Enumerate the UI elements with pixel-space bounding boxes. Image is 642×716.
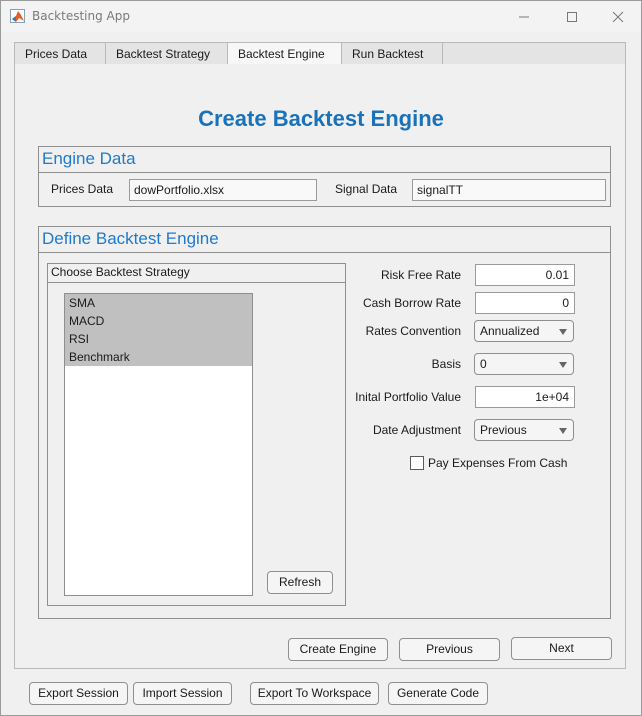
refresh-button[interactable]: Refresh — [267, 571, 333, 594]
choose-strategy-panel: Choose Backtest Strategy SMA MACD RSI Be… — [47, 263, 346, 606]
tab-run-backtest[interactable]: Run Backtest — [341, 42, 443, 66]
cash-borrow-rate-label: Cash Borrow Rate — [362, 296, 461, 310]
strategy-item-sma[interactable]: SMA — [65, 294, 252, 312]
signal-data-field[interactable]: signalTT — [412, 179, 606, 201]
cash-borrow-rate-field[interactable]: 0 — [475, 292, 575, 314]
previous-button[interactable]: Previous — [399, 638, 500, 661]
minimize-icon — [519, 16, 529, 17]
prices-data-label: Prices Data — [51, 182, 114, 196]
risk-free-rate-label: Risk Free Rate — [380, 268, 461, 282]
pay-expenses-checkbox[interactable] — [410, 456, 424, 470]
window-title: Backtesting App — [32, 9, 130, 23]
maximize-icon — [567, 11, 577, 22]
generate-code-button[interactable]: Generate Code — [388, 682, 488, 705]
minimize-button[interactable] — [501, 1, 547, 32]
date-adjustment-value: Previous — [480, 423, 527, 437]
tab-backtest-strategy[interactable]: Backtest Strategy — [105, 42, 228, 66]
title-bar: Backtesting App — [1, 1, 641, 32]
rates-convention-label: Rates Convention — [365, 324, 461, 338]
tab-bar: Prices Data Backtest Strategy Backtest E… — [14, 42, 626, 66]
choose-strategy-title: Choose Backtest Strategy — [48, 264, 345, 283]
rates-convention-value: Annualized — [480, 324, 540, 338]
next-button[interactable]: Next — [511, 637, 612, 660]
maximize-button[interactable] — [549, 1, 595, 32]
date-adjustment-label: Date Adjustment — [372, 423, 461, 437]
strategy-item-macd[interactable]: MACD — [65, 312, 252, 330]
initial-portfolio-label: Inital Portfolio Value — [355, 390, 461, 404]
pay-expenses-label: Pay Expenses From Cash — [428, 456, 568, 470]
app-window: Backtesting App Prices Data Backtest Str… — [0, 0, 642, 716]
backtest-engine-panel: Create Backtest Engine Engine Data Price… — [14, 64, 626, 669]
tab-prices-data[interactable]: Prices Data — [14, 42, 106, 66]
close-button[interactable] — [595, 1, 641, 32]
basis-dropdown[interactable]: 0 — [474, 353, 574, 375]
page-title: Create Backtest Engine — [198, 106, 444, 131]
basis-value: 0 — [480, 357, 487, 371]
matlab-app-icon — [10, 9, 25, 23]
date-adjustment-dropdown[interactable]: Previous — [474, 419, 574, 441]
engine-data-title: Engine Data — [39, 147, 610, 173]
close-icon — [612, 11, 624, 22]
basis-label: Basis — [431, 357, 461, 371]
chevron-down-icon — [559, 428, 567, 434]
prices-data-field[interactable]: dowPortfolio.xlsx — [129, 179, 317, 201]
risk-free-rate-field[interactable]: 0.01 — [475, 264, 575, 286]
strategy-item-rsi[interactable]: RSI — [65, 330, 252, 348]
strategy-item-benchmark[interactable]: Benchmark — [65, 348, 252, 366]
chevron-down-icon — [559, 329, 567, 335]
chevron-down-icon — [559, 362, 567, 368]
rates-convention-dropdown[interactable]: Annualized — [474, 320, 574, 342]
import-session-button[interactable]: Import Session — [133, 682, 232, 705]
define-engine-title: Define Backtest Engine — [39, 227, 610, 253]
export-workspace-button[interactable]: Export To Workspace — [250, 682, 379, 705]
engine-data-panel: Engine Data Prices Data dowPortfolio.xls… — [38, 146, 611, 207]
export-session-button[interactable]: Export Session — [29, 682, 128, 705]
tab-group: Prices Data Backtest Strategy Backtest E… — [14, 42, 626, 669]
initial-portfolio-field[interactable]: 1e+04 — [475, 386, 575, 408]
define-engine-panel: Define Backtest Engine Choose Backtest S… — [38, 226, 611, 619]
tab-backtest-engine[interactable]: Backtest Engine — [227, 42, 342, 66]
signal-data-label: Signal Data — [335, 182, 398, 196]
strategy-listbox[interactable]: SMA MACD RSI Benchmark — [64, 293, 253, 596]
create-engine-button[interactable]: Create Engine — [288, 638, 388, 661]
